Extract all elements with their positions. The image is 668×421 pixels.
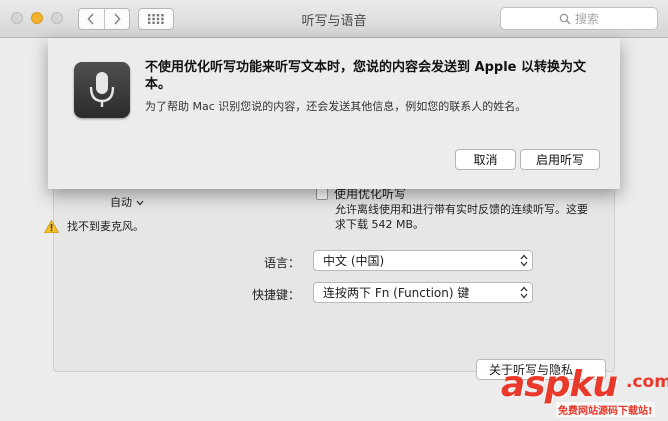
watermark-logo: aspku	[501, 364, 618, 405]
preferences-window: 听写与语音 搜索 自动 找不到麦克风。 使用优化听写 允许离线使用和进行带有实时…	[0, 0, 668, 421]
watermark-domain: .com	[626, 372, 668, 392]
warning-text: 找不到麦克风。	[67, 220, 144, 233]
warning-icon	[44, 219, 59, 233]
shortcut-label: 快捷键：	[251, 288, 300, 302]
site-watermark: aspku .com 免费网站源码下载站!	[496, 364, 668, 421]
language-popup[interactable]: 中文 (中国)	[313, 250, 533, 271]
cancel-button[interactable]: 取消	[455, 149, 516, 170]
microphone-icon	[74, 62, 130, 118]
sheet-message: 为了帮助 Mac 识别您说的内容，还会发送其他信息，例如您的联系人的姓名。	[145, 100, 527, 113]
search-icon	[559, 13, 571, 25]
language-label: 语言：	[263, 256, 300, 270]
microphone-warning: 找不到麦克风。	[44, 218, 144, 234]
language-value: 中文 (中国)	[323, 254, 385, 268]
chevron-down-icon	[136, 200, 143, 206]
input-source-popup[interactable]: 自动	[110, 194, 144, 210]
enhanced-dictation-description: 允许离线使用和进行带有实时反馈的连续听写。这要求下载 542 MB。	[335, 203, 588, 231]
title-bar: 听写与语音 搜索	[0, 0, 668, 38]
watermark-subtext: 免费网站源码下载站!	[556, 402, 655, 417]
updown-arrows-icon	[520, 286, 528, 299]
enhanced-dictation-checkbox[interactable]	[316, 187, 328, 200]
search-field[interactable]: 搜索	[500, 7, 658, 30]
search-placeholder: 搜索	[574, 12, 599, 26]
updown-arrows-icon	[520, 254, 528, 267]
input-source-value: 自动	[110, 196, 132, 209]
shortcut-popup[interactable]: 连按两下 Fn (Function) 键	[313, 282, 533, 303]
enable-dictation-button[interactable]: 启用听写	[520, 149, 600, 170]
sheet-title: 不使用优化听写功能来听写文本时，您说的内容会发送到 Apple 以转换为文本。	[145, 60, 586, 92]
enable-dictation-sheet: 不使用优化听写功能来听写文本时，您说的内容会发送到 Apple 以转换为文本。 …	[48, 38, 620, 189]
shortcut-value: 连按两下 Fn (Function) 键	[323, 286, 470, 300]
